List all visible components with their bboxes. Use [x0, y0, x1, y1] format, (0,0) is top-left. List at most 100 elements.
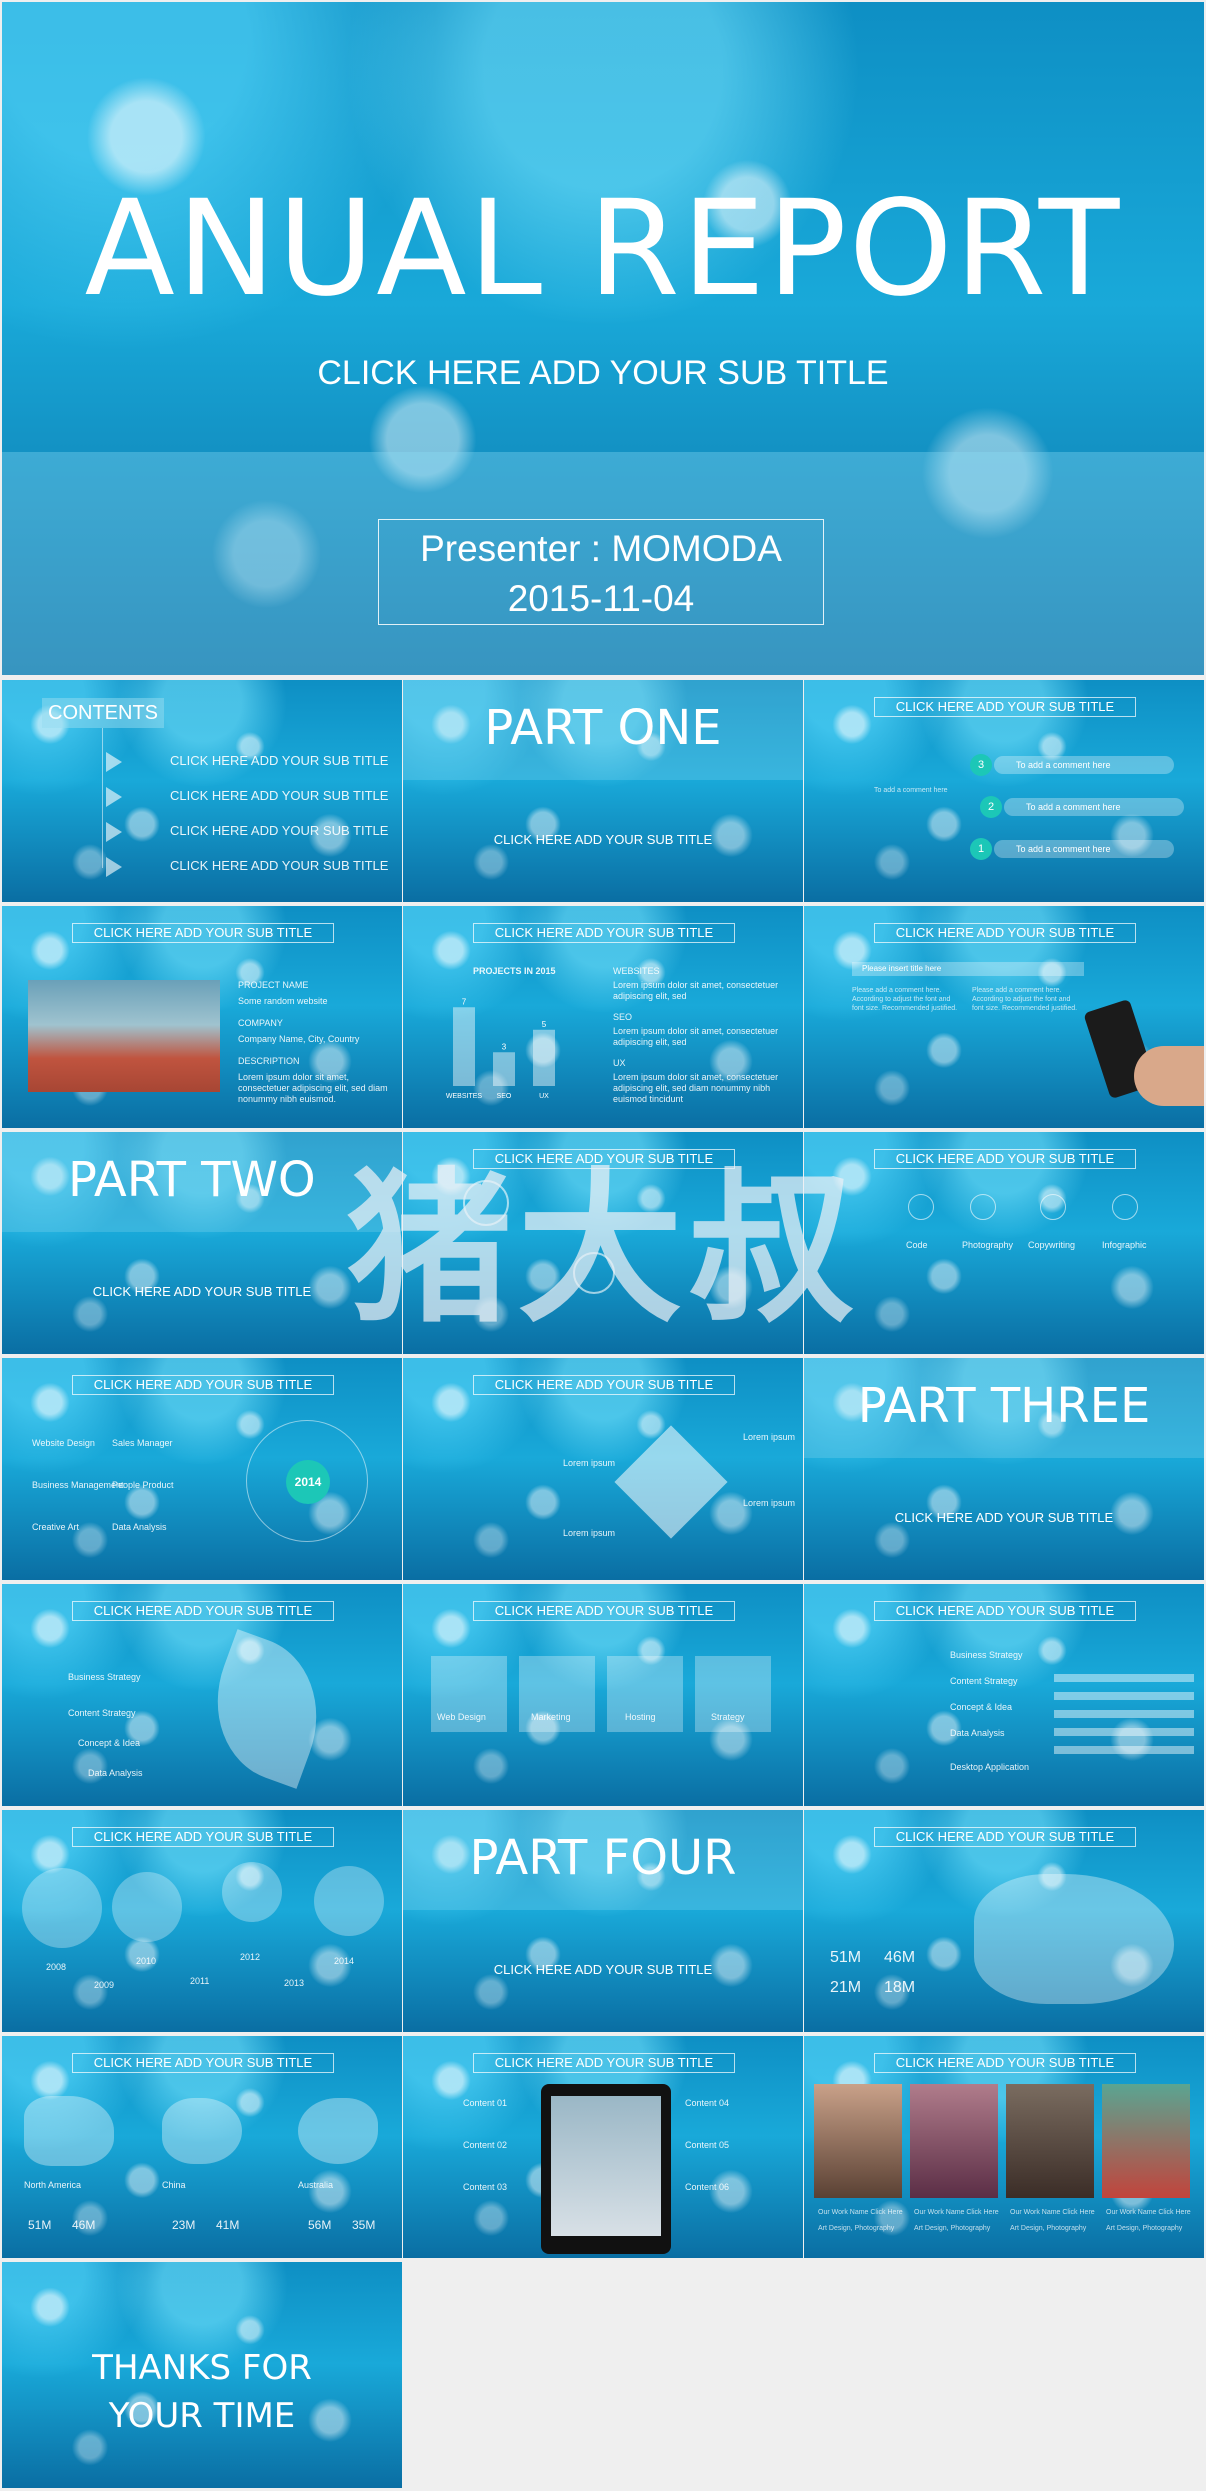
puzzle-icon — [614, 1425, 728, 1539]
slide-tablet[interactable]: CLICK HERE ADD YOUR SUB TITLE Content 01… — [403, 2036, 803, 2258]
gallery-photo[interactable] — [1102, 2084, 1190, 2198]
content-label: Content 04 — [685, 2098, 730, 2108]
slide-cycle[interactable]: CLICK HERE ADD YOUR SUB TITLE — [403, 1132, 803, 1354]
gallery-cat: Art Design, Photography — [1106, 2225, 1183, 2232]
box-label: Marketing — [531, 1712, 571, 1722]
contents-item[interactable]: CLICK HERE ADD YOUR SUB TITLE — [170, 824, 388, 837]
hero-title: ANUAL REPORT — [84, 172, 1122, 326]
slide-tag: CLICK HERE ADD YOUR SUB TITLE — [874, 2053, 1136, 2073]
gallery-name: Our Work Name Click Here — [914, 2209, 999, 2216]
part-title: PART FOUR — [469, 1830, 737, 1886]
slide-tag: CLICK HERE ADD YOUR SUB TITLE — [473, 1375, 735, 1395]
presenter-box: Presenter : MOMODA 2015-11-04 — [378, 519, 824, 625]
comment-bar: To add a comment here — [1004, 798, 1184, 816]
projects-bar — [533, 1029, 555, 1086]
gallery-photo[interactable] — [814, 2084, 902, 2198]
box-label: Strategy — [711, 1712, 745, 1722]
content-label: Content 02 — [463, 2140, 508, 2150]
slide-regions[interactable]: CLICK HERE ADD YOUR SUB TITLE North Amer… — [2, 2036, 402, 2258]
part-subtitle: CLICK HERE ADD YOUR SUB TITLE — [493, 832, 713, 847]
timeline-bubble — [222, 1862, 282, 1922]
service-label: Data Analysis — [112, 1522, 167, 1532]
content-label: Content 06 — [685, 2182, 730, 2192]
slide-four-boxes[interactable]: CLICK HERE ADD YOUR SUB TITLE Web Design… — [403, 1584, 803, 1806]
slide-skills[interactable]: CLICK HERE ADD YOUR SUB TITLE Code Photo… — [804, 1132, 1204, 1354]
slide-tag: CLICK HERE ADD YOUR SUB TITLE — [874, 697, 1136, 717]
content-label: Content 01 — [463, 2098, 508, 2108]
slide-part-one[interactable]: PART ONE CLICK HERE ADD YOUR SUB TITLE — [403, 680, 803, 902]
slide-tag: CLICK HERE ADD YOUR SUB TITLE — [473, 1149, 735, 1169]
slide-thanks[interactable]: THANKS FOR YOUR TIME — [2, 2262, 402, 2488]
projects-bar-label: SEO — [497, 1093, 512, 1100]
stat-value: 46M — [884, 1949, 916, 1966]
box-marketing: Marketing — [519, 1656, 595, 1732]
comment-bar: To add a comment here — [994, 840, 1174, 858]
slide-part-four[interactable]: PART FOUR CLICK HERE ADD YOUR SUB TITLE — [403, 1810, 803, 2032]
slide-timeline[interactable]: CLICK HERE ADD YOUR SUB TITLE 2008 2009 … — [2, 1810, 402, 2032]
project-line: Some random website — [238, 996, 328, 1006]
region-name: China — [162, 2180, 186, 2190]
contents-item[interactable]: CLICK HERE ADD YOUR SUB TITLE — [170, 789, 388, 802]
service-label: Business Management — [32, 1480, 124, 1490]
comment-bar: To add a comment here — [994, 756, 1174, 774]
gallery-name: Our Work Name Click Here — [818, 2209, 903, 2216]
slide-comments[interactable]: CLICK HERE ADD YOUR SUB TITLE To add a c… — [804, 680, 1204, 902]
projects-bar-value: 3 — [502, 1042, 507, 1051]
timeline-bubble — [112, 1872, 182, 1942]
contents-item[interactable]: CLICK HERE ADD YOUR SUB TITLE — [170, 859, 388, 872]
timeline-year: 2008 — [46, 1962, 67, 1972]
projects-right-line: SEO — [613, 1012, 633, 1022]
project-line: PROJECT NAME — [238, 980, 309, 990]
stat-value: 51M — [830, 1949, 862, 1966]
slide-services[interactable]: CLICK HERE ADD YOUR SUB TITLE Website De… — [2, 1358, 402, 1580]
runner-photo — [28, 980, 220, 1092]
slide-project[interactable]: CLICK HERE ADD YOUR SUB TITLE PROJECT NA… — [2, 906, 402, 1128]
gallery-name: Our Work Name Click Here — [1010, 2209, 1095, 2216]
region-value: 56M — [308, 2218, 332, 2232]
strategy-label: Concept & Idea — [950, 1702, 1013, 1712]
project-line: DESCRIPTION — [238, 1056, 300, 1066]
contents-item[interactable]: CLICK HERE ADD YOUR SUB TITLE — [170, 754, 388, 767]
projects-bar — [453, 1007, 475, 1086]
lorem-label: Lorem ipsum — [743, 1432, 796, 1442]
part-title: PART ONE — [484, 700, 722, 756]
projects-bar-label: WEBSITES — [446, 1093, 483, 1100]
thanks-line: YOUR TIME — [108, 2396, 296, 2436]
slide-tag: CLICK HERE ADD YOUR SUB TITLE — [473, 2053, 735, 2073]
code-icon — [908, 1194, 934, 1220]
strategy-label: Concept & Idea — [78, 1738, 141, 1748]
slide-part-two[interactable]: PART TWO CLICK HERE ADD YOUR SUB TITLE — [2, 1132, 402, 1354]
skill-label: Code — [906, 1240, 928, 1250]
lorem-label: Lorem ipsum — [743, 1498, 796, 1508]
service-label: Sales Manager — [112, 1438, 173, 1448]
slide-tag: CLICK HERE ADD YOUR SUB TITLE — [874, 1827, 1136, 1847]
slide-tag: CLICK HERE ADD YOUR SUB TITLE — [874, 1601, 1136, 1621]
slide-projects-2015[interactable]: CLICK HERE ADD YOUR SUB TITLE PROJECTS I… — [403, 906, 803, 1128]
slide-puzzle[interactable]: CLICK HERE ADD YOUR SUB TITLE Lorem ipsu… — [403, 1358, 803, 1580]
contents-arrow-icon — [106, 857, 122, 877]
slide-china-map[interactable]: CLICK HERE ADD YOUR SUB TITLE 51M 46M 21… — [804, 1810, 1204, 2032]
contents-arrow-icon — [106, 787, 122, 807]
slide-part-three[interactable]: PART THREE CLICK HERE ADD YOUR SUB TITLE — [804, 1358, 1204, 1580]
circle-icon — [463, 1180, 509, 1226]
gallery-cat: Art Design, Photography — [1010, 2225, 1087, 2232]
gallery-photo[interactable] — [910, 2084, 998, 2198]
skill-label: Copywriting — [1028, 1240, 1076, 1250]
region-value: 23M — [172, 2218, 196, 2232]
slide-gallery[interactable]: CLICK HERE ADD YOUR SUB TITLE Our Work N… — [804, 2036, 1204, 2258]
project-line: Lorem ipsum dolor sit amet, consectetuer… — [238, 1072, 388, 1104]
camera-icon — [970, 1194, 996, 1220]
title-slide[interactable]: ANUAL REPORT CLICK HERE ADD YOUR SUB TIT… — [2, 2, 1204, 675]
slide-phone[interactable]: CLICK HERE ADD YOUR SUB TITLE Please ins… — [804, 906, 1204, 1128]
projects-bar — [493, 1052, 515, 1086]
slide-contents[interactable]: CONTENTS CLICK HERE ADD YOUR SUB TITLE C… — [2, 680, 402, 902]
gallery-photo[interactable] — [1006, 2084, 1094, 2198]
insert-title-bar: Please insert title here — [852, 962, 1084, 976]
timeline-year: 2010 — [136, 1956, 157, 1966]
strategy-label: Desktop Application — [950, 1762, 1030, 1772]
slide-leaf[interactable]: CLICK HERE ADD YOUR SUB TITLE Business S… — [2, 1584, 402, 1806]
slide-arrows[interactable]: CLICK HERE ADD YOUR SUB TITLE Business S… — [804, 1584, 1204, 1806]
china-map-icon — [974, 1874, 1174, 2004]
comment-left: To add a comment here — [874, 787, 948, 794]
north-america-map-icon — [24, 2096, 114, 2166]
